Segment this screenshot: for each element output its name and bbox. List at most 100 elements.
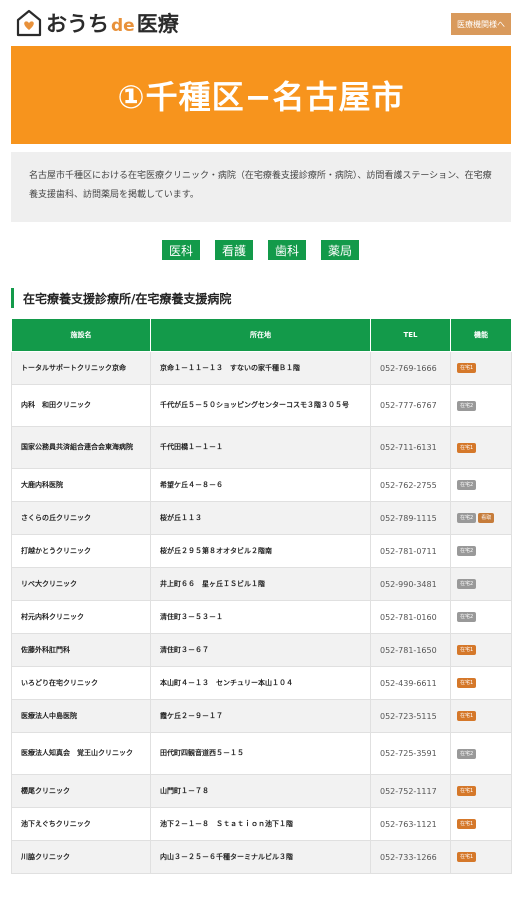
mitori-badge: 看取 xyxy=(478,513,495,523)
facility-features: 在宅1 xyxy=(450,633,512,667)
intro-text: 名古屋市千種区における在宅医療クリニック・病院（在宅療養支援診療所・病院）、訪問… xyxy=(11,152,511,222)
facility-features: 在宅1 xyxy=(450,840,512,874)
facility-address: 内山３－２５－６千種ターミナルビル３階 xyxy=(150,840,371,874)
house-heart-icon xyxy=(16,9,42,37)
section-heading: 在宅療養支援診療所/在宅療養支援病院 xyxy=(11,288,231,308)
zaitaku-badge: 在宅1 xyxy=(457,852,477,862)
facility-features: 在宅1 xyxy=(450,666,512,700)
zaitaku-badge: 在宅1 xyxy=(457,786,477,796)
table-row[interactable]: 櫻尾クリニック 山門町１－７８ 052-752-1117 在宅1 xyxy=(11,774,512,808)
facility-features: 在宅2 xyxy=(450,732,512,775)
facility-tel: 052-723-5115 xyxy=(370,699,451,733)
page-banner: ①千種区−名古屋市 xyxy=(11,46,511,144)
facility-name[interactable]: さくらの丘クリニック xyxy=(11,501,151,535)
facility-name[interactable]: トータルサポートクリニック京命 xyxy=(11,351,151,385)
logo-text: おうち de医療 xyxy=(46,12,179,36)
facility-features: 在宅2 看取 xyxy=(450,501,512,535)
tab-medical[interactable]: 医科 xyxy=(161,240,200,260)
table-row[interactable]: 内科 和田クリニック 千代が丘５－５０ショッピングセンターコスモ３階３０５号 052… xyxy=(11,384,512,427)
facility-address: 桜が丘２９５第８オオタビル２階南 xyxy=(150,534,371,568)
facility-address: 井上町６６ 星ヶ丘ＩＳビル１階 xyxy=(150,567,371,601)
category-tabs: 医科 看護 歯科 薬局 xyxy=(0,240,521,260)
facility-name[interactable]: 打越かとうクリニック xyxy=(11,534,151,568)
facility-features: 在宅1 xyxy=(450,351,512,385)
facility-address: 池下２－１－８ Ｓｔａｔｉｏｎ池下１階 xyxy=(150,807,371,841)
table-row[interactable]: 打越かとうクリニック 桜が丘２９５第８オオタビル２階南 052-781-0711 在宅… xyxy=(11,534,512,568)
facility-tel: 052-439-6611 xyxy=(370,666,451,700)
facility-tel: 052-711-6131 xyxy=(370,426,451,469)
facility-name[interactable]: 内科 和田クリニック xyxy=(11,384,151,427)
facility-address: 田代町四観音道西５－１５ xyxy=(150,732,371,775)
facility-name[interactable]: いろどり在宅クリニック xyxy=(11,666,151,700)
zaitaku-badge: 在宅2 xyxy=(457,546,477,556)
facility-tel: 052-725-3591 xyxy=(370,732,451,775)
site-header: おうち de医療 医療機関様へ xyxy=(0,0,521,46)
column-header-address: 所在地 xyxy=(150,318,371,352)
facility-address: 霞ケ丘２－９－１７ xyxy=(150,699,371,733)
facility-address: 清住町３－５３－１ xyxy=(150,600,371,634)
zaitaku-badge: 在宅2 xyxy=(457,612,477,622)
facility-features: 在宅2 xyxy=(450,534,512,568)
table-row[interactable]: 川脇クリニック 内山３－２５－６千種ターミナルビル３階 052-733-1266 在宅… xyxy=(11,840,512,874)
facility-tel: 052-781-0160 xyxy=(370,600,451,634)
facility-features: 在宅1 xyxy=(450,774,512,808)
facility-name[interactable]: 櫻尾クリニック xyxy=(11,774,151,808)
facility-name[interactable]: 医療法人知真会 覚王山クリニック xyxy=(11,732,151,775)
table-row[interactable]: トータルサポートクリニック京命 京命１－１１－１３ すないの家千種Ｂ１階 052-7… xyxy=(11,351,512,385)
facility-name[interactable]: 村元内科クリニック xyxy=(11,600,151,634)
table-row[interactable]: 佐藤外科肛門科 清住町３－６７ 052-781-1650 在宅1 xyxy=(11,633,512,667)
zaitaku-badge: 在宅1 xyxy=(457,678,477,688)
facility-table: 施設名 所在地 TEL 機能 トータルサポートクリニック京命 京命１－１１－１３ … xyxy=(11,318,512,874)
tab-dental[interactable]: 歯科 xyxy=(268,240,307,260)
table-row[interactable]: さくらの丘クリニック 桜が丘１１３ 052-789-1115 在宅2 看取 xyxy=(11,501,512,535)
page-title: ①千種区−名古屋市 xyxy=(117,78,405,116)
zaitaku-badge: 在宅2 xyxy=(457,400,477,411)
facility-name[interactable]: 大鹿内科医院 xyxy=(11,468,151,502)
site-logo[interactable]: おうち de医療 xyxy=(16,8,179,38)
facility-name[interactable]: 池下えぐちクリニック xyxy=(11,807,151,841)
facility-address: 希望ケ丘４－８－６ xyxy=(150,468,371,502)
column-header-name: 施設名 xyxy=(11,318,151,352)
facility-address: 京命１－１１－１３ すないの家千種Ｂ１階 xyxy=(150,351,371,385)
facility-tel: 052-781-1650 xyxy=(370,633,451,667)
medical-institution-button[interactable]: 医療機関様へ xyxy=(451,13,511,35)
facility-name[interactable]: 川脇クリニック xyxy=(11,840,151,874)
table-row[interactable]: リベ大クリニック 井上町６６ 星ヶ丘ＩＳビル１階 052-990-3481 在宅2 xyxy=(11,567,512,601)
facility-address: 千代田橋１－１－１ xyxy=(150,426,371,469)
facility-address: 千代が丘５－５０ショッピングセンターコスモ３階３０５号 xyxy=(150,384,371,427)
facility-tel: 052-769-1666 xyxy=(370,351,451,385)
table-row[interactable]: 池下えぐちクリニック 池下２－１－８ Ｓｔａｔｉｏｎ池下１階 052-763-112… xyxy=(11,807,512,841)
facility-tel: 052-777-6767 xyxy=(370,384,451,427)
table-row[interactable]: 大鹿内科医院 希望ケ丘４－８－６ 052-762-2755 在宅2 xyxy=(11,468,512,502)
facility-features: 在宅2 xyxy=(450,600,512,634)
facility-tel: 052-781-0711 xyxy=(370,534,451,568)
zaitaku-badge: 在宅2 xyxy=(457,579,477,589)
column-header-features: 機能 xyxy=(450,318,512,352)
facility-features: 在宅1 xyxy=(450,699,512,733)
tab-pharmacy[interactable]: 薬局 xyxy=(321,240,360,260)
zaitaku-badge: 在宅1 xyxy=(457,645,477,655)
logo-de: de xyxy=(111,16,135,36)
facility-tel: 052-752-1117 xyxy=(370,774,451,808)
table-row[interactable]: 医療法人知真会 覚王山クリニック 田代町四観音道西５－１５ 052-725-3591… xyxy=(11,732,512,775)
table-row[interactable]: 村元内科クリニック 清住町３－５３－１ 052-781-0160 在宅2 xyxy=(11,600,512,634)
tab-nursing[interactable]: 看護 xyxy=(214,240,253,260)
zaitaku-badge: 在宅2 xyxy=(457,480,477,490)
table-row[interactable]: 国家公務員共済組合連合会東海病院 千代田橋１－１－１ 052-711-6131 在宅1 xyxy=(11,426,512,469)
facility-address: 山門町１－７８ xyxy=(150,774,371,808)
zaitaku-badge: 在宅1 xyxy=(457,363,477,373)
table-body: トータルサポートクリニック京命 京命１－１１－１３ すないの家千種Ｂ１階 052-7… xyxy=(11,351,512,874)
table-row[interactable]: いろどり在宅クリニック 本山町４－１３ センチュリー本山１０４ 052-439-66… xyxy=(11,666,512,700)
facility-name[interactable]: リベ大クリニック xyxy=(11,567,151,601)
facility-tel: 052-763-1121 xyxy=(370,807,451,841)
facility-tel: 052-990-3481 xyxy=(370,567,451,601)
facility-name[interactable]: 佐藤外科肛門科 xyxy=(11,633,151,667)
column-header-tel: TEL xyxy=(370,318,451,352)
facility-address: 清住町３－６７ xyxy=(150,633,371,667)
facility-features: 在宅1 xyxy=(450,807,512,841)
table-row[interactable]: 医療法人中島医院 霞ケ丘２－９－１７ 052-723-5115 在宅1 xyxy=(11,699,512,733)
zaitaku-badge: 在宅1 xyxy=(457,819,477,829)
facility-name[interactable]: 国家公務員共済組合連合会東海病院 xyxy=(11,426,151,469)
facility-name[interactable]: 医療法人中島医院 xyxy=(11,699,151,733)
zaitaku-badge: 在宅2 xyxy=(457,513,477,523)
